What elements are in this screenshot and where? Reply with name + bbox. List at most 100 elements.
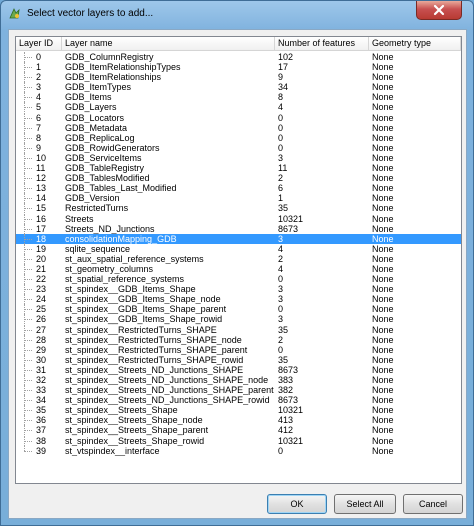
table-row[interactable]: 19 sqlite_sequence 4 None (16, 243, 461, 254)
cell-number-of-features: 8673 (278, 364, 299, 375)
cell-layer-id: 39 (16, 445, 62, 456)
cell-number-of-features: 11 (278, 163, 288, 174)
table-row[interactable]: 7 GDB_Metadata 0 None (16, 122, 461, 133)
table-row[interactable]: 38 st_spindex__Streets_Shape_rowid 10321 No… (16, 435, 461, 446)
table-row[interactable]: 39 st_vtspindex__interface 0 None (16, 445, 461, 456)
cell-layer-name: GDB_Metadata (65, 122, 128, 133)
cell-number-of-features: 0 (278, 445, 284, 456)
cell-layer-name: GDB_RowidGenerators (65, 142, 160, 153)
table-row[interactable]: 25 st_spindex__GDB_Items_Shape_parent 0 Non… (16, 304, 461, 315)
table-row[interactable]: 27 st_spindex__RestrictedTurns_SHAPE 35 Non… (16, 324, 461, 335)
cell-layer-id: 22 (16, 274, 62, 285)
tree-branch-line (24, 92, 33, 103)
layer-id-text: 22 (36, 274, 47, 285)
cell-layer-id: 16 (16, 213, 62, 224)
cell-layer-name: st_spindex__RestrictedTurns_SHAPE_rowid (65, 354, 244, 365)
table-row[interactable]: 32 st_spindex__Streets_ND_Junctions_SHAPE… (16, 375, 461, 385)
table-row[interactable]: 29 st_spindex__RestrictedTurns_SHAPE_pare… (16, 344, 461, 355)
table-row[interactable]: 36 st_spindex__Streets_Shape_node 413 None (16, 415, 461, 426)
layer-id-text: 3 (36, 82, 42, 93)
cell-layer-name: st_spindex__GDB_Items_Shape_node (65, 294, 221, 305)
tree-branch-line (24, 102, 33, 113)
header-layer-name[interactable]: Layer name (62, 37, 275, 51)
table-row[interactable]: 24 st_spindex__GDB_Items_Shape_node 3 None (16, 294, 461, 305)
ok-button[interactable]: OK (267, 494, 327, 514)
cell-layer-name: GDB_TableRegistry (65, 163, 145, 174)
cell-layer-id: 32 (16, 375, 62, 385)
table-row[interactable]: 6 GDB_Locators 0 None (16, 112, 461, 123)
table-row[interactable]: 5 GDB_Layers 4 None (16, 102, 461, 113)
table-row[interactable]: 15 RestrictedTurns 35 None (16, 203, 461, 214)
layer-tree[interactable]: Layer ID Layer name Number of features G… (15, 36, 462, 484)
table-row[interactable]: 8 GDB_ReplicaLog 0 None (16, 132, 461, 143)
select-all-button[interactable]: Select All (334, 494, 396, 514)
cell-number-of-features: 9 (278, 72, 284, 83)
cancel-button[interactable]: Cancel (403, 494, 463, 514)
cell-geometry-type: None (372, 72, 394, 83)
title-bar[interactable]: Select vector layers to add... (1, 1, 473, 27)
cell-number-of-features: 3 (278, 314, 284, 325)
layer-id-text: 29 (36, 344, 47, 355)
cell-geometry-type: None (372, 193, 394, 204)
layer-id-text: 1 (36, 62, 42, 73)
table-row[interactable]: 3 GDB_ItemTypes 34 None (16, 82, 461, 93)
table-row[interactable]: 34 st_spindex__Streets_ND_Junctions_SHAPE… (16, 395, 461, 406)
table-row[interactable]: 0 GDB_ColumnRegistry 102 None (16, 52, 461, 62)
cell-layer-name: st_spindex__Streets_ND_Junctions_SHAPE (65, 364, 244, 375)
table-row[interactable]: 12 GDB_TablesModified 2 None (16, 173, 461, 184)
table-row[interactable]: 33 st_spindex__Streets_ND_Junctions_SHAPE… (16, 385, 461, 396)
cell-geometry-type: None (372, 284, 394, 295)
header-layer-id[interactable]: Layer ID (16, 37, 62, 51)
layer-id-text: 12 (36, 173, 47, 184)
table-row[interactable]: 31 st_spindex__Streets_ND_Junctions_SHAPE… (16, 364, 461, 375)
cell-number-of-features: 3 (278, 284, 284, 295)
cell-number-of-features: 8673 (278, 395, 299, 406)
table-row[interactable]: 1 GDB_ItemRelationshipTypes 17 None (16, 62, 461, 73)
cell-geometry-type: None (372, 334, 394, 345)
table-row[interactable]: 4 GDB_Items 8 None (16, 92, 461, 103)
cell-number-of-features: 413 (278, 415, 294, 426)
table-row[interactable]: 28 st_spindex__RestrictedTurns_SHAPE_node… (16, 334, 461, 345)
cell-number-of-features: 10321 (278, 405, 304, 416)
table-row[interactable]: 16 Streets 10321 None (16, 213, 461, 224)
table-row[interactable]: 17 Streets_ND_Junctions 8673 None (16, 223, 461, 234)
header-number-of-features[interactable]: Number of features (275, 37, 369, 51)
cell-layer-id: 10 (16, 152, 62, 163)
table-row[interactable]: 18 consolidationMapping_GDB 3 None (16, 233, 461, 244)
header-geometry-type[interactable]: Geometry type (369, 37, 461, 51)
cell-number-of-features: 6 (278, 183, 284, 194)
tree-branch-line (24, 223, 33, 234)
cell-layer-name: st_vtspindex__interface (65, 445, 160, 456)
cell-geometry-type: None (372, 253, 394, 264)
table-row[interactable]: 10 GDB_ServiceItems 3 None (16, 152, 461, 163)
table-row[interactable]: 35 st_spindex__Streets_Shape 10321 None (16, 405, 461, 416)
layer-id-text: 28 (36, 334, 47, 345)
cell-layer-id: 36 (16, 415, 62, 426)
cell-layer-name: consolidationMapping_GDB (65, 233, 177, 244)
cell-layer-id: 14 (16, 193, 62, 204)
table-row[interactable]: 23 st_spindex__GDB_Items_Shape 3 None (16, 284, 461, 295)
close-button[interactable] (416, 1, 462, 20)
cell-layer-name: GDB_Items (65, 92, 112, 103)
table-row[interactable]: 20 st_aux_spatial_reference_systems 2 None (16, 253, 461, 264)
cell-layer-name: st_spindex__Streets_Shape_node (65, 415, 203, 426)
layer-id-text: 33 (36, 385, 47, 396)
cell-layer-id: 4 (16, 92, 62, 103)
layer-id-text: 36 (36, 415, 47, 426)
layer-id-text: 32 (36, 375, 47, 385)
table-row[interactable]: 9 GDB_RowidGenerators 0 None (16, 142, 461, 153)
cell-geometry-type: None (372, 82, 394, 93)
table-row[interactable]: 2 GDB_ItemRelationships 9 None (16, 72, 461, 83)
table-row[interactable]: 21 st_geometry_columns 4 None (16, 263, 461, 274)
table-row[interactable]: 30 st_spindex__RestrictedTurns_SHAPE_rowi… (16, 354, 461, 365)
layer-id-text: 15 (36, 203, 47, 214)
button-bar: OK Select All Cancel (9, 494, 466, 514)
table-row[interactable]: 22 st_spatial_reference_systems 0 None (16, 274, 461, 285)
table-row[interactable]: 14 GDB_Version 1 None (16, 193, 461, 204)
layer-id-text: 25 (36, 304, 47, 315)
table-row[interactable]: 26 st_spindex__GDB_Items_Shape_rowid 3 None (16, 314, 461, 325)
table-row[interactable]: 11 GDB_TableRegistry 11 None (16, 163, 461, 174)
table-row[interactable]: 37 st_spindex__Streets_Shape_parent 412 Non… (16, 425, 461, 436)
cell-geometry-type: None (372, 152, 394, 163)
table-row[interactable]: 13 GDB_Tables_Last_Modified 6 None (16, 183, 461, 194)
